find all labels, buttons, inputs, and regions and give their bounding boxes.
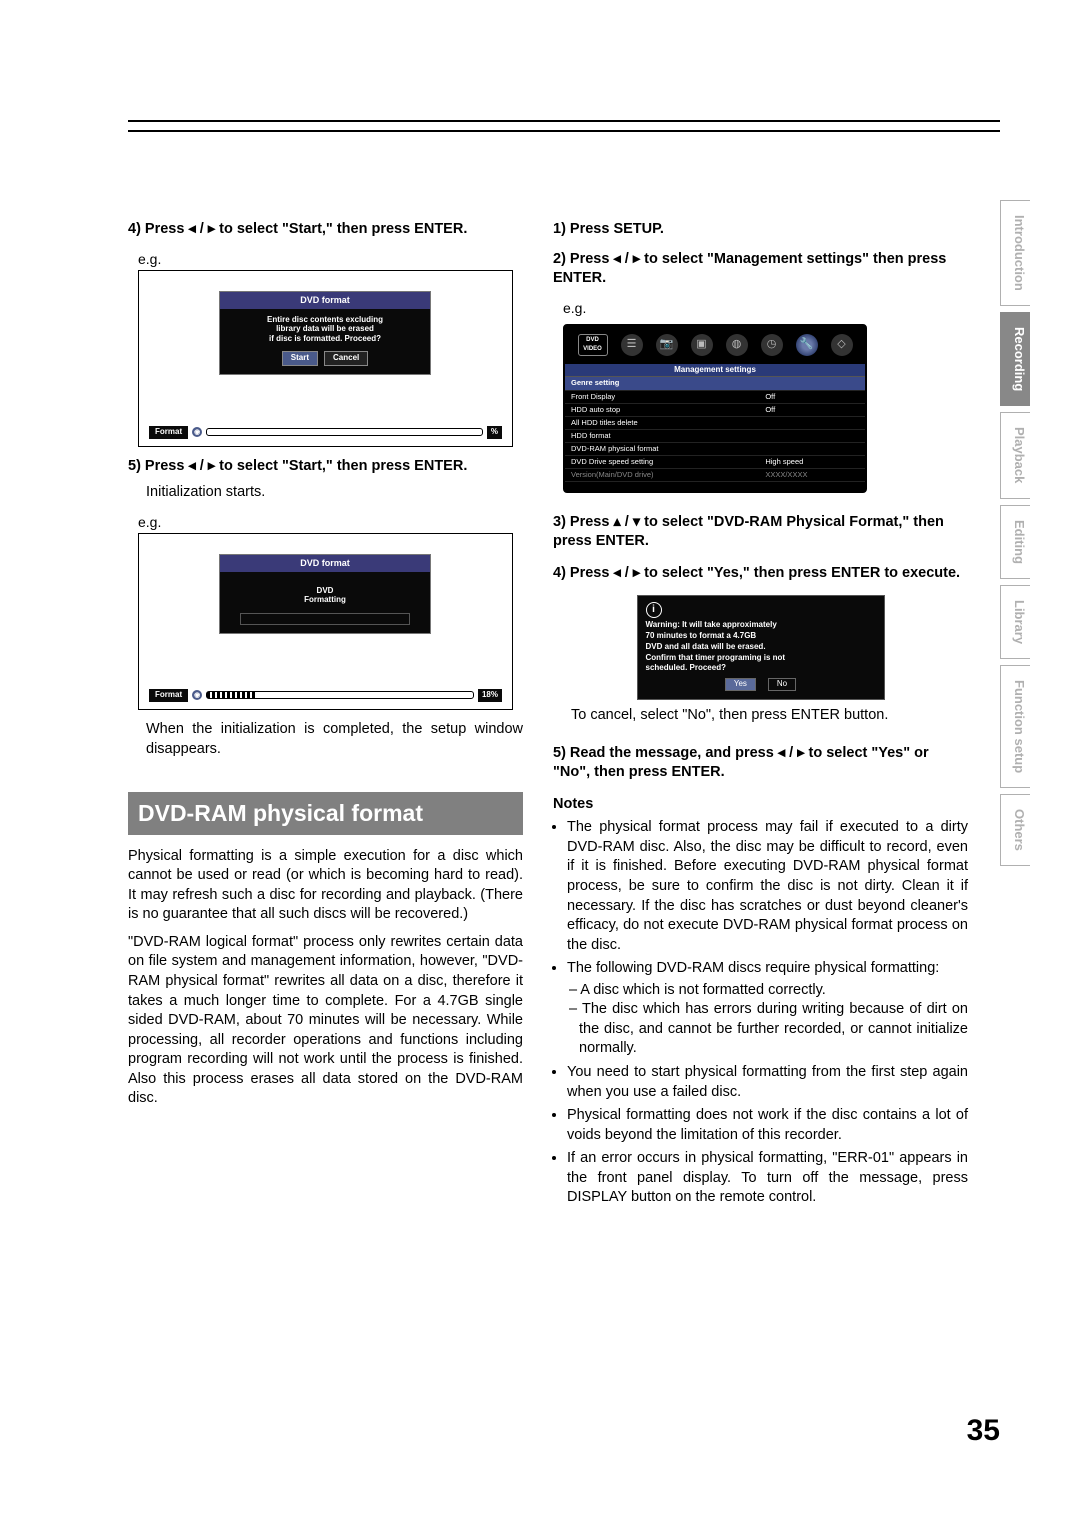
mgmt-row-key[interactable]: DVD-RAM physical format [565,443,759,456]
management-settings-screen: DVDVIDEO ☰ 📷 ▣ ◍ ◷ 🔧 ◇ Management settin… [563,324,867,493]
notes-heading: Notes [553,795,968,815]
no-button[interactable]: No [768,678,796,691]
progress-bar [206,428,483,436]
right-column: 1) Press SETUP. 2) Press ◂ / ▸ to select… [553,220,968,1212]
section-header: DVD-RAM physical format [128,792,523,835]
mgmt-row-key[interactable]: Front Display [565,390,759,403]
note-subitem: The disc which has errors during writing… [579,1000,968,1059]
step-2: 2) Press ◂ / ▸ to select "Management set… [553,250,968,289]
tab-others: Others [1000,794,1030,866]
info-icon: i [646,602,662,618]
section-tabs: Introduction Recording Playback Editing … [1000,200,1030,872]
format-label: Format [149,689,188,702]
notes-list: The physical format process may fail if … [553,818,968,1212]
page-number: 35 [967,1414,1000,1448]
eg-label-1: e.g. [138,250,523,269]
dialog-msg-line: if disc is formatted. Proceed? [232,334,418,344]
warn-line: Confirm that timer programing is not [646,653,876,664]
dialog-title: DVD format [220,292,430,308]
note-item: Physical formatting does not work if the… [567,1106,968,1145]
cancel-button[interactable]: Cancel [324,351,368,366]
tab-playback: Playback [1000,412,1030,498]
progress-percent: 18% [478,689,502,702]
dialog-msg-line: Entire disc contents excluding [232,315,418,325]
note-item: You need to start physical formatting fr… [567,1063,968,1102]
globe-icon: ◍ [726,334,748,356]
cancel-instruction: To cancel, select "No", then press ENTER… [571,706,968,726]
eg-label-2: e.g. [138,513,523,532]
tab-function-setup: Function setup [1000,665,1030,788]
tab-recording: Recording [1000,312,1030,406]
tab-introduction: Introduction [1000,200,1030,306]
warn-line: 70 minutes to format a 4.7GB [646,631,876,642]
completion-note: When the initialization is completed, th… [146,720,523,759]
step-5-right: 5) Read the message, and press ◂ / ▸ to … [553,744,968,783]
step-5: 5) Press ◂ / ▸ to select "Start," then p… [128,457,523,477]
body-paragraph-2: "DVD-RAM logical format" process only re… [128,933,523,1109]
disc-icon: ◉ [192,427,202,437]
left-column: 4) Press ◂ / ▸ to select "Start," then p… [128,220,523,1212]
menu-icon: ☰ [621,334,643,356]
clock-icon: ◷ [761,334,783,356]
tv-icon: ▣ [691,334,713,356]
dialog-msg-line: DVD [232,586,418,596]
step-4-right: 4) Press ◂ / ▸ to select "Yes," then pre… [553,564,968,584]
mgmt-row-key[interactable]: HDD format [565,429,759,442]
warn-line: Warning: It will take approximately [646,620,876,631]
start-button[interactable]: Start [282,351,318,366]
dvd-format-dialog-1: DVD format Entire disc contents excludin… [138,270,513,447]
dialog-title: DVD format [220,555,430,571]
note-item: The physical format process may fail if … [567,818,968,955]
body-paragraph-1: Physical formatting is a simple executio… [128,847,523,925]
mgmt-title: Management settings [565,364,865,378]
tab-library: Library [1000,585,1030,659]
warning-dialog: i Warning: It will take approximately 70… [637,595,885,700]
mgmt-row-key[interactable]: Genre setting [565,377,759,390]
note-item: If an error occurs in physical formattin… [567,1149,968,1208]
disc-icon: ◉ [192,690,202,700]
step-4: 4) Press ◂ / ▸ to select "Start," then p… [128,220,523,240]
dvd-format-dialog-2: DVD format DVD Formatting Format ◉ 18% [138,533,513,710]
tab-editing: Editing [1000,505,1030,579]
lock-icon: ◇ [831,334,853,356]
step-1: 1) Press SETUP. [553,220,968,240]
step-5-subtext: Initialization starts. [146,483,523,503]
mgmt-row-key: Version(Main/DVD drive) [565,469,759,482]
mgmt-row-key[interactable]: DVD Drive speed setting [565,456,759,469]
eg-label-3: e.g. [563,299,968,318]
note-subitem: A disc which is not formatted correctly. [579,981,968,1001]
warn-line: DVD and all data will be erased. [646,642,876,653]
dvd-video-icon: DVDVIDEO [578,334,608,356]
dialog-msg-line: Formatting [232,595,418,605]
note-item: The following DVD-RAM discs require phys… [567,959,968,1059]
mgmt-row-key[interactable]: All HDD titles delete [565,416,759,429]
progress-bar [206,691,474,699]
mgmt-row-key[interactable]: HDD auto stop [565,403,759,416]
camera-icon: 📷 [656,334,678,356]
yes-button[interactable]: Yes [725,678,756,691]
wrench-icon: 🔧 [796,334,818,356]
progress-percent: % [487,426,502,439]
step-3: 3) Press ▴ / ▾ to select "DVD-RAM Physic… [553,513,968,552]
dialog-msg-line: library data will be erased [232,324,418,334]
page-top-rule [128,120,1000,132]
mgmt-table: Genre setting Front DisplayOff HDD auto … [565,377,865,482]
warn-line: scheduled. Proceed? [646,663,876,674]
format-label: Format [149,426,188,439]
